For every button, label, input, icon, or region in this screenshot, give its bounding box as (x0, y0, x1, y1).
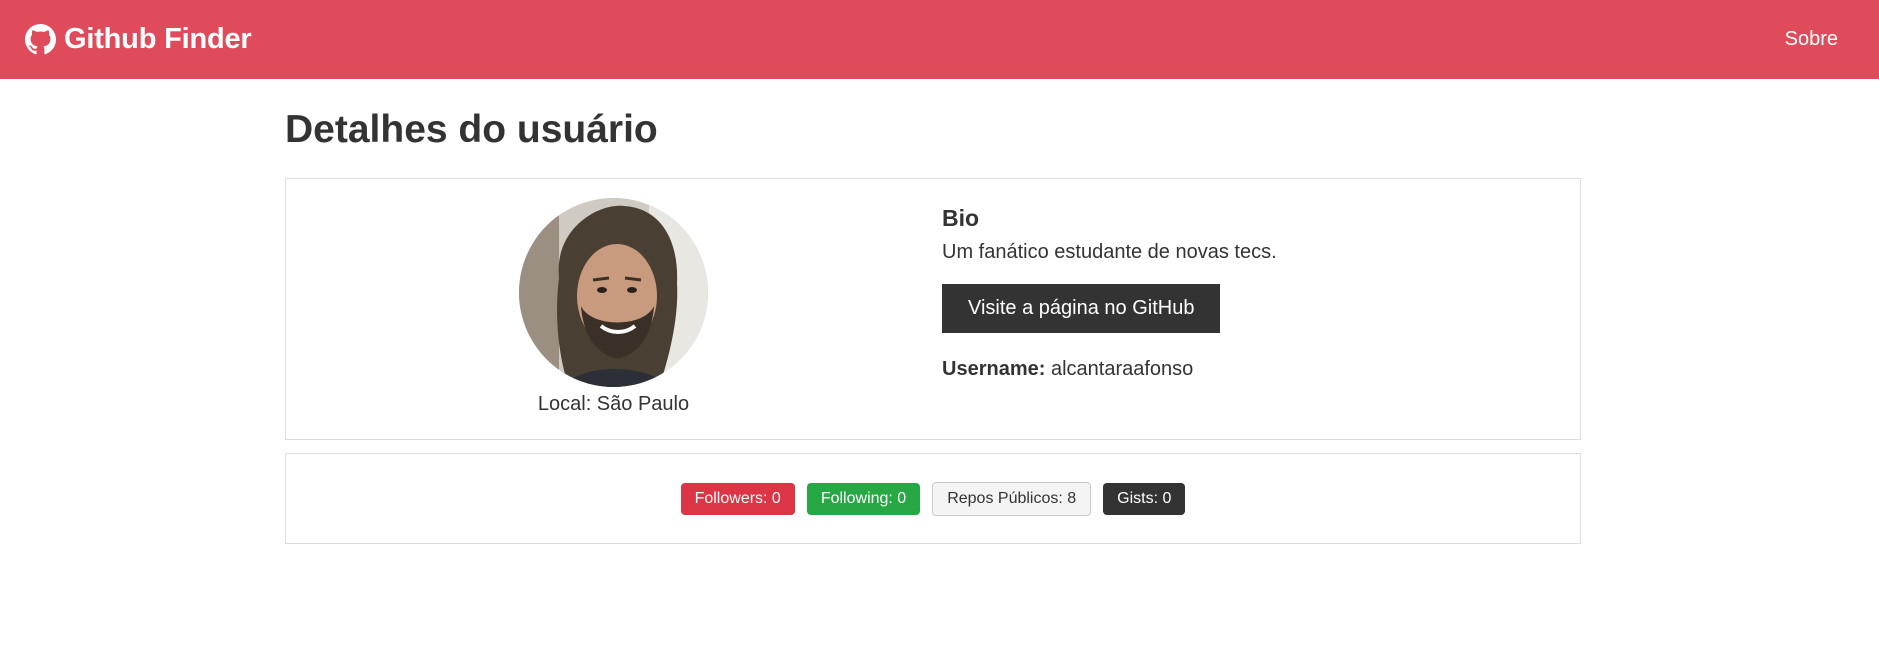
nav-link-sobre[interactable]: Sobre (1785, 28, 1838, 51)
following-badge: Following: 0 (806, 482, 921, 515)
location-text: Local: São Paulo (537, 393, 690, 415)
gists-badge: Gists: 0 (1103, 482, 1186, 515)
brand-title: Github Finder (64, 23, 252, 55)
main-container: Detalhes do usuário Local: São Paulo Bio… (285, 79, 1581, 544)
user-details-card: Local: São Paulo Bio Um fanático estudan… (285, 178, 1581, 440)
github-icon (25, 24, 56, 55)
avatar (519, 198, 708, 387)
brand-link[interactable]: Github Finder (25, 23, 252, 56)
username-value: alcantaraafonso (1045, 358, 1194, 380)
stats-card: Followers: 0 Following: 0 Repos Públicos… (285, 453, 1581, 544)
profile-column: Local: São Paulo (286, 179, 941, 439)
public-repos-badge: Repos Públicos: 8 (932, 481, 1092, 516)
navbar: Github Finder Sobre (0, 0, 1879, 79)
bio-heading: Bio (942, 205, 980, 231)
username-label: Username: (942, 358, 1046, 380)
page-title: Detalhes do usuário (285, 108, 658, 151)
username-row: Username: alcantaraafonso (942, 358, 1277, 381)
followers-badge: Followers: 0 (680, 482, 795, 515)
visit-github-button[interactable]: Visite a página no GitHub (942, 284, 1221, 333)
bio-text: Um fanático estudante de novas tecs. (942, 241, 1277, 263)
info-column: Bio Um fanático estudante de novas tecs.… (942, 205, 1277, 381)
